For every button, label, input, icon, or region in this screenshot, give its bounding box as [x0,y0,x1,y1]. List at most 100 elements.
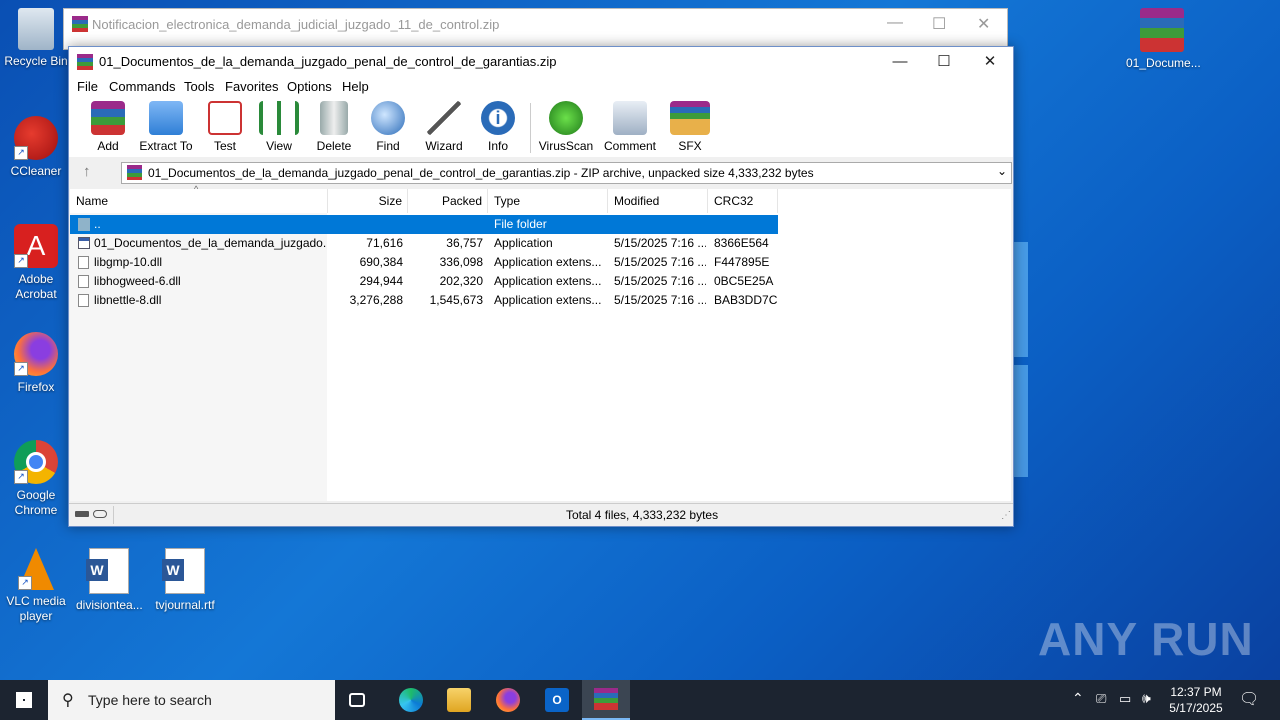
desktop-icon-recycle-bin[interactable]: Recycle Bin [3,8,69,69]
title-bar[interactable]: 01_Documentos_de_la_demanda_juzgado_pena… [69,47,1013,77]
winrar-window: 01_Documentos_de_la_demanda_juzgado_pena… [68,46,1014,527]
notifications-icon[interactable]: 🗨 [1239,689,1259,709]
magic-wand-icon [427,101,461,135]
desktop-icon-google-chrome[interactable]: ↗ Google Chrome [3,440,69,518]
archive-path-text: 01_Documentos_de_la_demanda_juzgado_pena… [148,166,814,180]
network-icon[interactable]: ⎚ [1096,691,1106,707]
outlook-icon[interactable]: O [545,688,569,712]
desktop-icon-vlc[interactable]: ↗ VLC media player [3,548,69,624]
file-explorer-icon[interactable] [447,688,471,712]
desktop-icon-adobe-acrobat[interactable]: A ↗ Adobe Acrobat [3,224,69,302]
resize-grip-icon[interactable]: ⋰ [1001,510,1011,521]
desktop-icon-label: Recycle Bin [4,54,68,68]
table-row[interactable]: libgmp-10.dll 690,384 336,098 Applicatio… [70,253,778,272]
toolbar-divider [530,103,531,153]
close-button[interactable]: ✕ [967,47,1013,77]
shortcut-arrow-icon: ↗ [14,254,28,268]
desktop-icon-label: Adobe Acrobat [15,272,57,301]
column-header-size[interactable]: Size [328,189,408,213]
desktop-icon-ccleaner[interactable]: ↗ CCleaner [3,116,69,179]
table-row[interactable]: .. File folder [70,215,778,234]
desktop-icon-label: Firefox [17,380,55,394]
desktop-icon-label: 01_Docume... [1126,56,1201,70]
minimize-button[interactable]: — [877,47,923,77]
table-row[interactable]: 01_Documentos_de_la_demanda_juzgado... 7… [70,234,778,253]
wizard-button[interactable]: Wizard [423,101,465,153]
virusscan-button[interactable]: VirusScan [537,101,595,153]
desktop-icon-divisiontea[interactable]: W divisiontea... [76,548,143,613]
winrar-app-icon [72,16,88,32]
chevron-down-icon[interactable]: ⌄ [997,164,1007,178]
chevron-up-icon[interactable]: ⌃ [1072,690,1084,707]
recycle-bin-icon [18,8,54,50]
ccleaner-icon: ↗ [14,116,58,160]
winrar-app-icon [77,54,93,70]
table-row[interactable]: libhogweed-6.dll 294,944 202,320 Applica… [70,272,778,291]
status-divider [113,506,114,524]
virus-scan-icon [549,101,583,135]
winrar-taskbar-button[interactable] [582,680,630,720]
drive-icon [75,511,89,517]
edge-icon[interactable] [399,688,423,712]
desktop-icon-tvjournal[interactable]: W tvjournal.rtf [152,548,218,613]
menu-bar: File Commands Tools Favorites Options He… [69,77,1013,97]
search-icon: ⚲ [62,692,74,709]
column-header-packed[interactable]: Packed [408,189,488,213]
desktop-icon-winrar-archive[interactable]: 01_Docume... [1126,8,1201,71]
menu-file[interactable]: File [77,79,98,94]
maximize-icon[interactable]: ☐ [932,14,946,34]
add-button[interactable]: Add [89,101,127,153]
info-button[interactable]: i Info [479,101,517,153]
taskbar: ⚲ Type here to search O ⌃ ⎚ ▭ 🕪 12:37 PM… [0,680,1280,720]
menu-tools[interactable]: Tools [184,79,214,94]
dll-file-icon [78,256,89,269]
volume-icon[interactable]: 🕪 [1142,690,1151,707]
chrome-icon: ↗ [14,440,58,484]
dll-file-icon [78,294,89,307]
minimize-icon[interactable]: — [887,14,903,32]
winrar-archive-icon [1140,8,1184,52]
desktop-icon-firefox[interactable]: ↗ Firefox [3,332,69,395]
ethernet-icon[interactable]: ▭ [1119,691,1131,707]
dll-file-icon [78,275,89,288]
menu-options[interactable]: Options [287,79,332,94]
column-header-crc32[interactable]: CRC32 [708,189,778,213]
view-button[interactable]: View [257,101,301,153]
comment-button[interactable]: Comment [601,101,659,153]
windows-logo-icon [16,692,32,708]
menu-help[interactable]: Help [342,79,369,94]
file-list: Name ^ Size Packed Type Modified CRC32 .… [70,184,1011,501]
delete-button[interactable]: Delete [315,101,353,153]
table-row[interactable]: libnettle-8.dll 3,276,288 1,545,673 Appl… [70,291,778,310]
background-archive-window[interactable]: Notificacion_electronica_demanda_judicia… [63,8,1008,50]
magnifier-icon [371,101,405,135]
address-bar: ↑ 01_Documentos_de_la_demanda_juzgado_pe… [69,161,1013,185]
sfx-button[interactable]: SFX [669,101,711,153]
extract-to-button[interactable]: Extract To [139,101,193,153]
column-header-type[interactable]: Type [488,189,608,213]
desktop-icon-label: Google Chrome [14,488,58,517]
search-box[interactable]: ⚲ Type here to search [48,680,335,720]
up-arrow-icon[interactable]: ↑ [83,163,91,180]
column-header-modified[interactable]: Modified [608,189,708,213]
trash-icon [320,101,348,135]
close-icon[interactable]: ✕ [977,14,990,34]
shortcut-arrow-icon: ↗ [18,576,32,590]
status-text: Total 4 files, 4,333,232 bytes [566,508,719,522]
word-document-icon: W [86,548,129,594]
test-button[interactable]: Test [205,101,245,153]
start-button[interactable] [0,680,48,720]
menu-favorites[interactable]: Favorites [225,79,278,94]
desktop-light-beam [1014,242,1028,357]
maximize-button[interactable]: ☐ [921,47,967,77]
clock[interactable]: 12:37 PM 5/17/2025 [1164,684,1228,716]
task-view-icon[interactable] [349,693,365,707]
shortcut-arrow-icon: ↗ [14,146,28,160]
folder-icon [149,101,183,135]
column-header-name[interactable]: Name [70,189,328,213]
window-title: Notificacion_electronica_demanda_judicia… [92,17,500,32]
archive-path-field[interactable]: 01_Documentos_de_la_demanda_juzgado_pena… [121,162,1012,184]
menu-commands[interactable]: Commands [109,79,175,94]
find-button[interactable]: Find [369,101,407,153]
firefox-taskbar-icon[interactable] [496,688,520,712]
